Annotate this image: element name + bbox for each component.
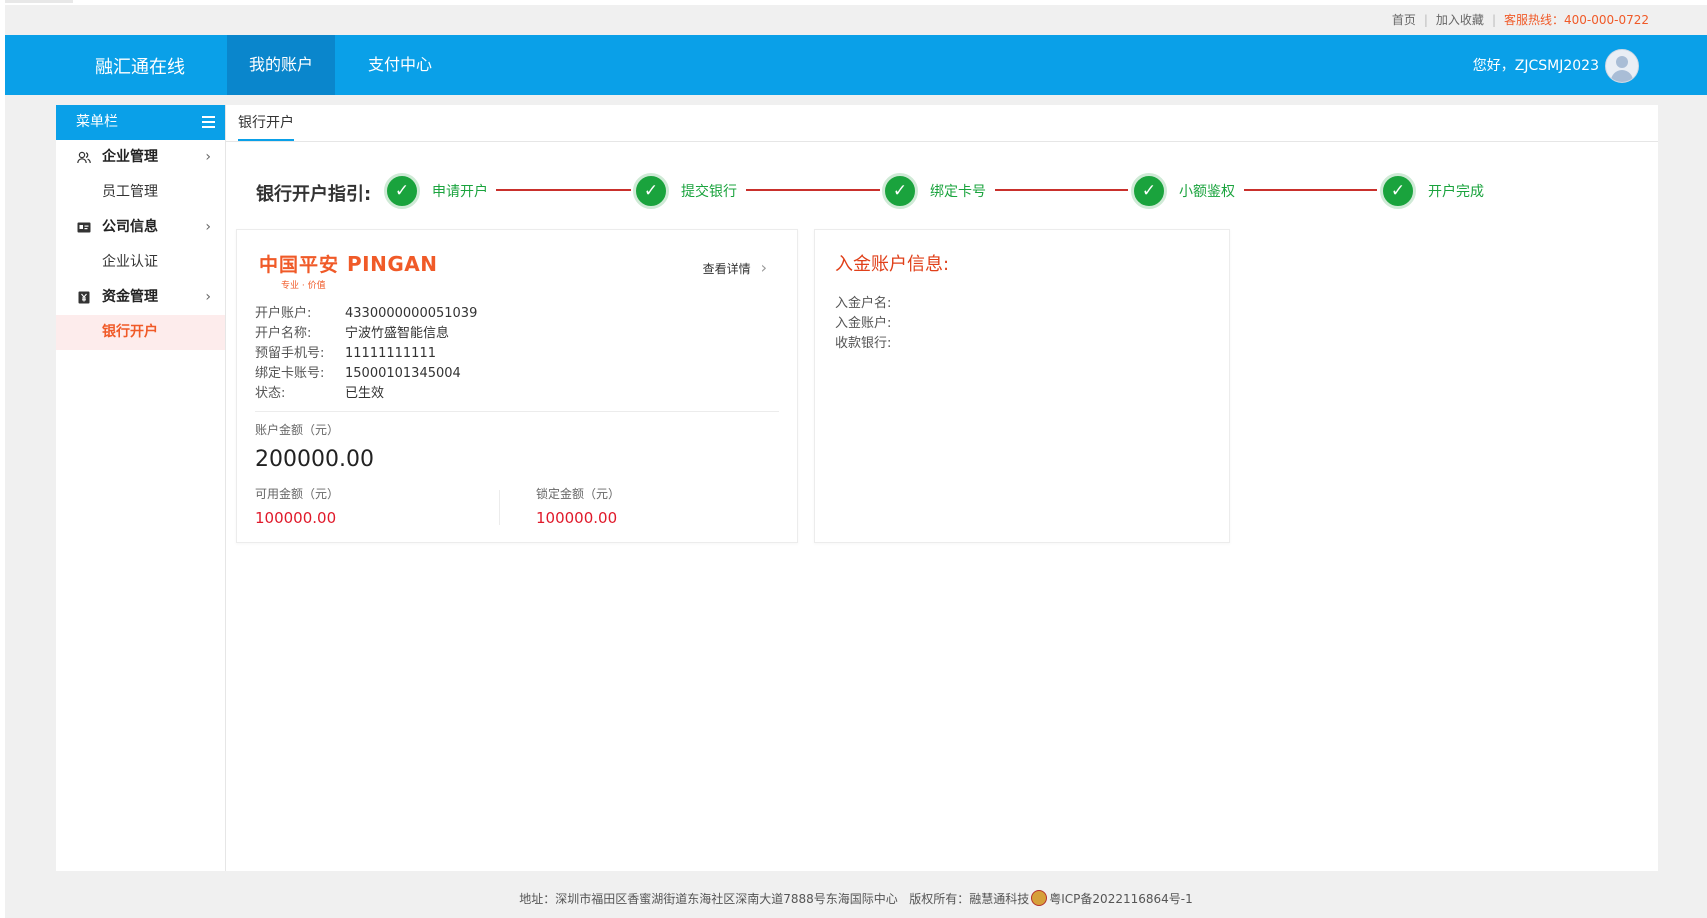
nav-tab-payment-center[interactable]: 支付中心 <box>346 35 454 95</box>
sidebar-group-label: 资金管理 <box>102 289 158 305</box>
tab-bank-account[interactable]: 银行开户 <box>238 112 294 141</box>
divider <box>255 411 779 412</box>
field-row: 开户名称: 宁波竹盛智能信息 <box>255 322 449 341</box>
step-connector <box>995 189 1128 191</box>
income-field: 收款银行: <box>835 336 892 351</box>
bank-tagline: 专业 · 价值 <box>281 281 326 291</box>
income-account-card: 入金账户信息: 入金户名: 入金账户: 收款银行: <box>814 229 1230 543</box>
tab-bar: 银行开户 <box>226 105 1658 142</box>
yen-icon <box>78 291 90 304</box>
step-connector <box>1244 189 1377 191</box>
sidebar-header: 菜单栏 <box>56 105 225 140</box>
sidebar-group-enterprise[interactable]: 企业管理 › <box>56 140 225 175</box>
window-top-strip <box>5 0 73 3</box>
nav-tab-my-account[interactable]: 我的账户 <box>227 35 336 95</box>
step-apply: ✓ 申请开户 <box>384 173 488 209</box>
income-field: 入金账户: <box>835 316 892 331</box>
sidebar-item-bank-account[interactable]: 银行开户 <box>56 315 225 350</box>
sidebar-item-staff[interactable]: 员工管理 <box>56 175 225 210</box>
chevron-right-icon: › <box>205 149 211 165</box>
balance-label: 账户金额（元） <box>255 423 340 437</box>
bank-name-en: PINGAN <box>347 252 438 276</box>
id-card-icon <box>77 222 91 233</box>
view-details-link[interactable]: 查看详情 › <box>703 258 767 277</box>
sidebar-group-funds[interactable]: 资金管理 › <box>56 280 225 315</box>
field-value: 已生效 <box>345 386 385 401</box>
menu-toggle-icon[interactable] <box>202 116 215 128</box>
sidebar: 菜单栏 企业管理 › 员工管理 公司信息 › 企业认证 资金管理 › 银行开户 <box>56 105 226 871</box>
sidebar-item-verification[interactable]: 企业认证 <box>56 245 225 280</box>
footer: 地址：深圳市福田区香蜜湖街道东海社区深南大道7888号东海国际中心 版权所有：融… <box>5 881 1707 918</box>
police-badge-icon <box>1031 890 1048 906</box>
step-connector <box>496 189 631 191</box>
pingan-logo: 中国平安 PINGAN 专业 · 价值 <box>259 250 438 291</box>
available-amount: 100000.00 <box>255 509 337 527</box>
available-label: 可用金额（元） <box>255 487 340 501</box>
check-circle-icon: ✓ <box>633 173 669 209</box>
brand-logo-text[interactable]: 融汇通在线 <box>95 53 185 79</box>
footer-address: 地址：深圳市福田区香蜜湖街道东海社区深南大道7888号东海国际中心 <box>519 892 898 906</box>
step-micro-auth: ✓ 小额鉴权 <box>1131 173 1235 209</box>
step-submit: ✓ 提交银行 <box>633 173 737 209</box>
avatar-head-icon <box>1616 56 1628 68</box>
bank-name-cn: 中国平安 <box>259 254 340 276</box>
main-content: 银行开户 银行开户指引: ✓ 申请开户 ✓ 提交银行 ✓ 绑定卡号 ✓ 小额鉴权… <box>226 105 1658 871</box>
step-label: 提交银行 <box>681 184 737 200</box>
view-details-label: 查看详情 <box>702 262 751 276</box>
step-label: 开户完成 <box>1428 184 1484 200</box>
field-value: 11111111111 <box>345 346 436 361</box>
bank-account-card: 中国平安 PINGAN 专业 · 价值 查看详情 › 开户账户: 4330000000… <box>236 229 798 543</box>
field-value: 15000101345004 <box>345 366 461 381</box>
favorite-link[interactable]: 加入收藏 <box>1436 11 1484 28</box>
guide-label: 银行开户指引: <box>256 184 372 205</box>
sidebar-title: 菜单栏 <box>76 114 118 130</box>
field-key: 开户账户: <box>255 306 312 321</box>
income-field: 入金户名: <box>835 296 892 311</box>
field-key: 开户名称: <box>255 326 312 341</box>
avatar-body-icon <box>1611 70 1633 82</box>
field-row: 预留手机号: 11111111111 <box>255 342 436 361</box>
field-row: 状态: 已生效 <box>255 382 384 401</box>
step-complete: ✓ 开户完成 <box>1380 173 1484 209</box>
step-bind-card: ✓ 绑定卡号 <box>882 173 986 209</box>
field-value: 4330000000051039 <box>345 306 478 321</box>
footer-icp[interactable]: 粤ICP备2022116864号-1 <box>1049 892 1192 906</box>
utility-bar: 首页 | 加入收藏 | 客服热线：400-000-0722 <box>1392 11 1649 28</box>
chevron-right-icon: › <box>205 219 211 235</box>
top-header: 融汇通在线 我的账户 支付中心 您好，ZJCSMJ2023 <box>5 35 1707 95</box>
step-label: 申请开户 <box>432 184 488 200</box>
check-circle-icon: ✓ <box>882 173 918 209</box>
chevron-right-icon: › <box>760 258 767 277</box>
check-circle-icon: ✓ <box>384 173 420 209</box>
income-card-title: 入金账户信息: <box>835 254 950 275</box>
users-icon <box>77 151 91 164</box>
chevron-right-icon: › <box>205 289 211 305</box>
avatar[interactable] <box>1605 49 1639 83</box>
hotline-text: 客服热线：400-000-0722 <box>1503 13 1649 27</box>
field-key: 预留手机号: <box>255 346 325 361</box>
separator: | <box>1491 12 1496 27</box>
balance-amount: 200000.00 <box>255 447 374 472</box>
step-connector <box>746 189 880 191</box>
footer-copyright: 版权所有：融慧通科技 <box>909 892 1030 906</box>
separator: | <box>1423 12 1428 27</box>
field-row: 绑定卡账号: 15000101345004 <box>255 362 461 381</box>
step-label: 绑定卡号 <box>930 184 986 200</box>
field-key: 状态: <box>255 386 286 401</box>
home-link[interactable]: 首页 <box>1392 11 1416 28</box>
field-key: 绑定卡账号: <box>255 366 325 381</box>
check-circle-icon: ✓ <box>1131 173 1167 209</box>
sidebar-group-label: 企业管理 <box>102 149 158 165</box>
divider <box>499 490 500 525</box>
sidebar-group-label: 公司信息 <box>102 219 158 235</box>
locked-label: 锁定金额（元） <box>536 487 621 501</box>
step-label: 小额鉴权 <box>1179 184 1235 200</box>
check-circle-icon: ✓ <box>1380 173 1416 209</box>
field-value: 宁波竹盛智能信息 <box>345 326 450 341</box>
user-greeting[interactable]: 您好，ZJCSMJ2023 <box>1473 55 1599 75</box>
sidebar-group-company-info[interactable]: 公司信息 › <box>56 210 225 245</box>
field-row: 开户账户: 4330000000051039 <box>255 302 477 321</box>
locked-amount: 100000.00 <box>536 509 618 527</box>
